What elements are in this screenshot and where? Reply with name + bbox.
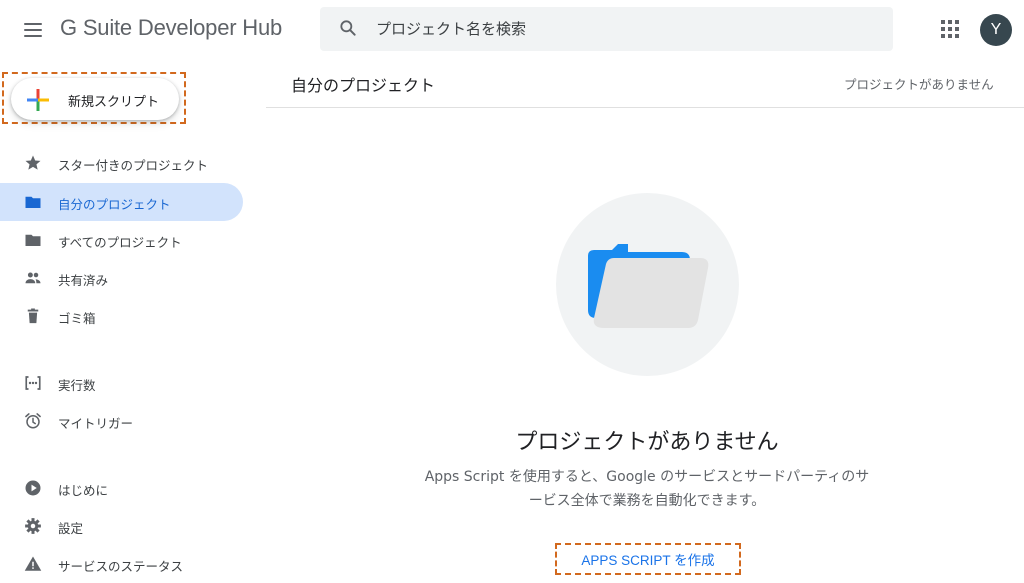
- sidebar-item-label: 自分のプロジェクト: [58, 197, 171, 212]
- sidebar-item-label: はじめに: [58, 483, 109, 498]
- page-title: 自分のプロジェクト: [291, 76, 436, 95]
- header-divider: [266, 107, 1024, 108]
- executions-icon: [25, 376, 41, 390]
- trash-icon: [27, 308, 39, 324]
- empty-state-title: プロジェクトがありません: [515, 430, 779, 455]
- empty-state-description-line: ービス全体で業務を自動化できます。: [528, 493, 766, 509]
- play-circle-icon: [25, 480, 41, 496]
- sidebar-item-all-projects[interactable]: すべてのプロジェクト: [0, 221, 243, 259]
- sidebar-item-label: ゴミ箱: [58, 311, 96, 326]
- sidebar-item-my-triggers[interactable]: マイトリガー: [0, 402, 243, 440]
- sidebar-item-starred[interactable]: スター付きのプロジェクト: [0, 144, 243, 182]
- warning-icon: [24, 556, 42, 571]
- sidebar-item-label: すべてのプロジェクト: [58, 235, 182, 250]
- project-count-status: プロジェクトがありません: [844, 77, 994, 92]
- sidebar-item-label: 設定: [58, 521, 84, 536]
- sidebar-item-my-projects[interactable]: 自分のプロジェクト: [0, 183, 243, 221]
- alarm-clock-icon: [25, 413, 41, 429]
- people-icon: [25, 272, 41, 284]
- empty-state-description-line: Apps Script を使用すると、Google のサービスとサードパーティの…: [424, 469, 870, 485]
- sidebar-item-getting-started[interactable]: はじめに: [0, 469, 243, 507]
- sidebar-item-label: 共有済み: [58, 273, 109, 288]
- app-brand: G Suite Developer Hub: [60, 15, 283, 40]
- plus-icon: [27, 89, 49, 111]
- apps-grid-icon[interactable]: [940, 19, 960, 39]
- sidebar-item-label: マイトリガー: [58, 416, 134, 431]
- sidebar-item-trash[interactable]: ゴミ箱: [0, 297, 243, 335]
- star-icon: [25, 155, 41, 170]
- folder-icon: [588, 244, 709, 328]
- sidebar-item-shared[interactable]: 共有済み: [0, 259, 243, 297]
- folder-icon: [25, 196, 41, 208]
- main-menu-icon[interactable]: [22, 20, 44, 40]
- user-avatar[interactable]: Y: [980, 14, 1012, 46]
- sidebar-item-executions[interactable]: 実行数: [0, 364, 243, 402]
- folder-icon: [25, 234, 41, 246]
- empty-state-description: Apps Script を使用すると、Google のサービスとサードパーティの…: [397, 465, 897, 513]
- search-input[interactable]: [376, 17, 856, 41]
- gear-icon: [25, 518, 41, 534]
- search-icon[interactable]: [338, 18, 358, 38]
- sidebar-item-settings[interactable]: 設定: [0, 507, 243, 545]
- sidebar-item-label: サービスのステータス: [58, 559, 184, 574]
- new-script-label: 新規スクリプト: [68, 95, 160, 110]
- sidebar-item-label: 実行数: [58, 378, 96, 393]
- sidebar-item-service-status[interactable]: サービスのステータス: [0, 545, 243, 583]
- create-apps-script-link[interactable]: APPS SCRIPT を作成: [557, 549, 739, 569]
- sidebar-item-label: スター付きのプロジェクト: [58, 158, 209, 173]
